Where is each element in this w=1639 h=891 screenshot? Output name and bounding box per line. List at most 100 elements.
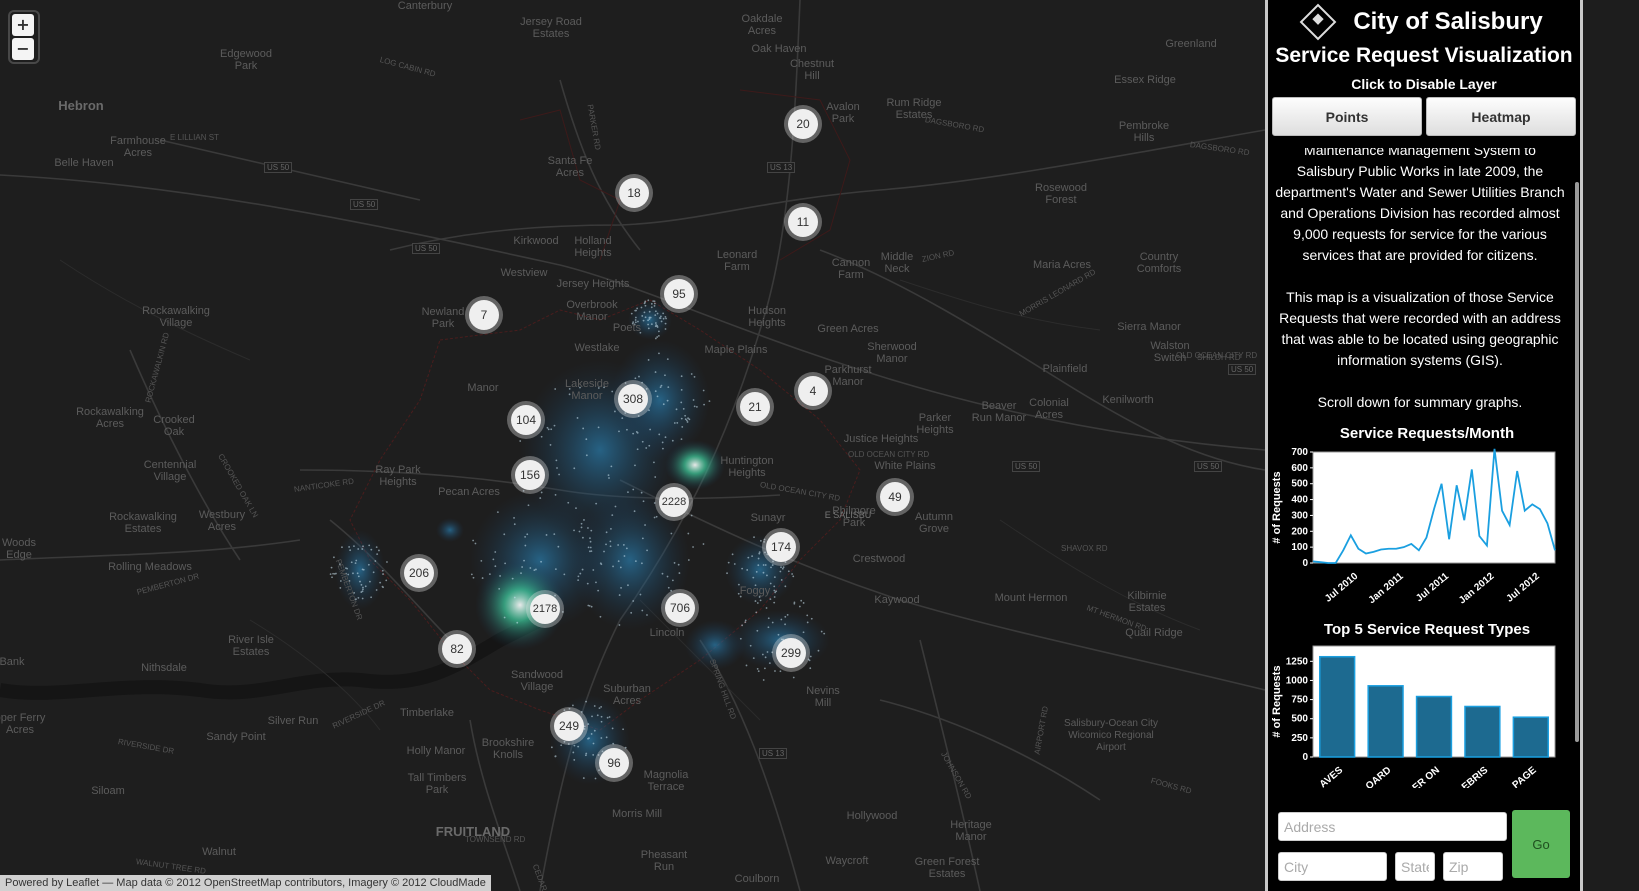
zip-input[interactable] — [1443, 852, 1503, 881]
place-label: Pheasant Run — [640, 849, 688, 873]
x-tick-label: Jul 2012 — [1504, 571, 1542, 605]
cluster-marker[interactable]: 156 — [511, 456, 549, 494]
place-label: Crestwood — [852, 553, 906, 565]
cluster-marker[interactable]: 95 — [660, 275, 698, 313]
map-view[interactable]: Canterbury Jersey Road Estates Oakdale A… — [0, 0, 1265, 891]
place-label: Nevins Mill — [806, 685, 840, 709]
place-label: Westbury Acres — [198, 509, 246, 533]
cluster-count: 18 — [619, 178, 649, 208]
cluster-marker[interactable]: 11 — [784, 203, 822, 241]
cluster-marker[interactable]: 20 — [784, 105, 822, 143]
description-paragraph: Maintenance Management System to Salisbu… — [1275, 148, 1565, 263]
points-layer-button[interactable]: Points — [1272, 97, 1422, 136]
place-label: White Plains — [874, 460, 936, 472]
place-label: Beaver Run Manor — [971, 400, 1027, 424]
place-label: Hudson Heights — [748, 305, 786, 329]
place-label: Colonial Acres — [1029, 397, 1069, 421]
panel-subtitle: Service Request Visualization — [1275, 44, 1573, 67]
cluster-marker[interactable]: 4 — [794, 372, 832, 410]
place-label: Holland Heights — [574, 235, 612, 259]
place-label: Rockawalking Village — [142, 305, 210, 329]
cluster-marker[interactable]: 308 — [614, 380, 652, 418]
place-label: Westlake — [574, 342, 620, 354]
road-label: SHAVOX RD — [1061, 544, 1108, 553]
cluster-count: 2228 — [659, 487, 689, 517]
bar — [1464, 705, 1501, 758]
place-label: Greenland — [1165, 38, 1217, 50]
road-shield: US 50 — [264, 162, 293, 173]
place-label: Rockawalking Estates — [109, 511, 177, 535]
panel-scrollbar[interactable] — [1575, 182, 1579, 742]
road-shield: US 50 — [1228, 364, 1257, 375]
place-label: Timberlake — [400, 707, 454, 719]
cluster-marker[interactable]: 706 — [661, 589, 699, 627]
heatmap-layer-button[interactable]: Heatmap — [1426, 97, 1576, 136]
layer-hint: Click to Disable Layer — [1351, 76, 1497, 92]
x-tick-label: EBRIS — [1460, 765, 1491, 788]
road-shield: US 50 — [1194, 461, 1223, 472]
description-paragraph: Scroll down for summary graphs. — [1317, 394, 1523, 410]
zoom-in-button[interactable]: + — [12, 14, 34, 36]
cluster-marker[interactable]: 96 — [595, 744, 633, 782]
y-tick-label: 100 — [1291, 542, 1308, 553]
cluster-marker[interactable]: 2178 — [526, 590, 564, 628]
place-label: Chestnut Hill — [789, 58, 835, 82]
place-label: Ray Park Heights — [375, 464, 421, 488]
place-label: Autumn Grove — [915, 511, 953, 535]
y-tick-label: 600 — [1291, 463, 1308, 474]
cluster-marker[interactable]: 299 — [772, 634, 810, 672]
place-label: Kilbirnie Estates — [1127, 590, 1167, 614]
bar — [1415, 695, 1453, 758]
cluster-marker[interactable]: 104 — [507, 401, 545, 439]
place-label: Huntington Heights — [720, 455, 774, 479]
bar — [1319, 655, 1356, 758]
x-tick-label: Jan 2011 — [1367, 571, 1406, 607]
cluster-count: 82 — [442, 634, 472, 664]
place-label: Jersey Heights — [556, 278, 630, 290]
cluster-marker[interactable]: 21 — [736, 388, 774, 426]
place-label: Maria Acres — [1032, 259, 1092, 271]
road-shield: US 13 — [767, 162, 796, 173]
x-tick-label: OARD — [1364, 765, 1394, 788]
place-label: Sandwood Village — [511, 669, 563, 693]
place-label: Hebron — [58, 98, 104, 113]
place-label: Walnut — [202, 846, 236, 858]
cluster-marker[interactable]: 2228 — [655, 483, 693, 521]
x-tick-label: ER ON — [1411, 765, 1442, 788]
cluster-marker[interactable]: 7 — [465, 296, 503, 334]
place-label: Bank — [0, 656, 25, 668]
place-label: Overbrook Manor — [566, 299, 618, 323]
cluster-marker[interactable]: 49 — [876, 478, 914, 516]
x-tick-label: AVES — [1318, 765, 1346, 788]
place-label: Newland Park — [421, 306, 465, 330]
road-label: SHILOH RD — [1197, 353, 1241, 362]
place-label: Oakdale Acres — [741, 13, 783, 37]
place-label: Edgewood Park — [220, 48, 272, 72]
y-tick-label: 250 — [1291, 733, 1308, 744]
place-label: Justice Heights — [843, 433, 919, 445]
place-label: Suburban Acres — [603, 683, 651, 707]
place-label: Hollywood — [846, 810, 898, 822]
cluster-marker[interactable]: 174 — [762, 528, 800, 566]
go-button[interactable]: Go — [1512, 810, 1570, 878]
cluster-count: 7 — [469, 300, 499, 330]
city-input[interactable] — [1278, 852, 1387, 881]
place-label: Rockawalking Acres — [76, 406, 144, 430]
state-input[interactable] — [1395, 852, 1435, 881]
cluster-marker[interactable]: 206 — [400, 554, 438, 592]
panel-scroll-area[interactable]: Maintenance Management System to Salisbu… — [1268, 148, 1572, 798]
zoom-out-button[interactable]: − — [12, 38, 34, 60]
cluster-marker[interactable]: 249 — [550, 707, 588, 745]
address-input[interactable] — [1278, 812, 1507, 841]
place-label: Pembroke Hills — [1118, 120, 1170, 144]
line-chart-title: Service Requests/Month — [1339, 425, 1515, 442]
x-tick-label: Jul 2011 — [1414, 571, 1451, 605]
y-tick-label: 750 — [1291, 695, 1308, 706]
cluster-marker[interactable]: 18 — [615, 174, 653, 212]
cluster-count: 706 — [665, 593, 695, 623]
place-label: Salisbury-Ocean City Wicomico Regional A… — [1064, 718, 1158, 753]
place-label: Santa Fe Acres — [547, 155, 593, 179]
cluster-marker[interactable]: 82 — [438, 630, 476, 668]
y-tick-label: 500 — [1291, 479, 1308, 490]
place-label: Mount Hermon — [994, 592, 1068, 604]
